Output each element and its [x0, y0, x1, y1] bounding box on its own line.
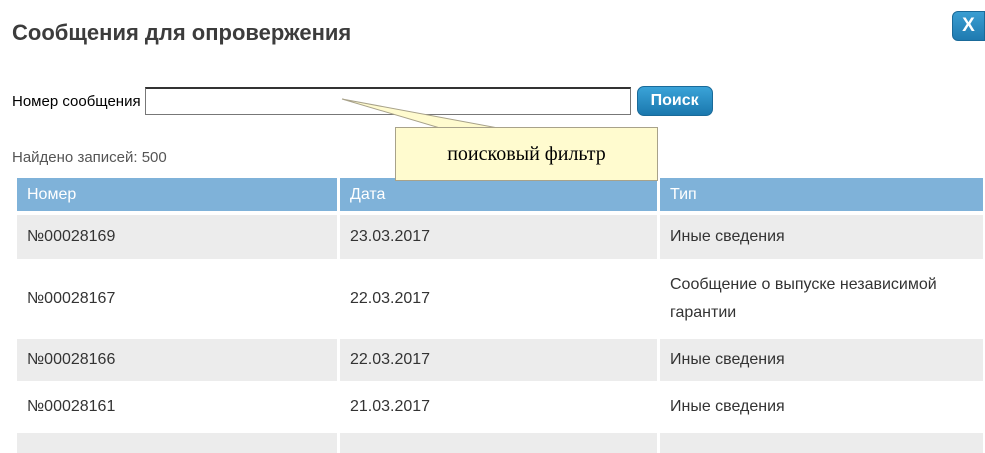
cell-empty: [17, 429, 337, 453]
table-row-partial: [17, 429, 983, 453]
cell-number: №00028161: [17, 381, 337, 429]
table-row[interactable]: №00028161 21.03.2017 Иные сведения: [17, 381, 983, 429]
column-header-date[interactable]: Дата: [337, 178, 657, 211]
results-table: Номер Дата Тип №00028169 23.03.2017 Иные…: [17, 178, 983, 453]
cell-empty: [657, 429, 983, 453]
cell-number: №00028166: [17, 335, 337, 381]
cell-number: №00028169: [17, 211, 337, 259]
search-button[interactable]: Поиск: [636, 86, 713, 116]
table-row[interactable]: №00028166 22.03.2017 Иные сведения: [17, 335, 983, 381]
search-filter: Номер сообщения Поиск: [12, 86, 713, 116]
cell-date: 23.03.2017: [337, 211, 657, 259]
search-label: Номер сообщения: [12, 92, 141, 110]
cell-type: Иные сведения: [657, 211, 983, 259]
cell-type: Сообщение о выпуске независимой гарантии: [657, 259, 983, 335]
results-count: Найдено записей: 500: [12, 149, 167, 166]
cell-date: 21.03.2017: [337, 381, 657, 429]
table-header-row: Номер Дата Тип: [17, 178, 983, 211]
search-input[interactable]: [144, 87, 631, 115]
column-header-type[interactable]: Тип: [657, 178, 983, 211]
cell-number: №00028167: [17, 259, 337, 335]
cell-type: Иные сведения: [657, 381, 983, 429]
cell-empty: [337, 429, 657, 453]
table-row[interactable]: №00028167 22.03.2017 Сообщение о выпуске…: [17, 259, 983, 335]
annotation-callout: поисковый фильтр: [395, 127, 658, 181]
cell-date: 22.03.2017: [337, 335, 657, 381]
close-button[interactable]: X: [952, 11, 985, 41]
cell-date: 22.03.2017: [337, 259, 657, 335]
cell-type: Иные сведения: [657, 335, 983, 381]
dialog-title: Сообщения для опровержения: [12, 20, 352, 45]
table-row[interactable]: №00028169 23.03.2017 Иные сведения: [17, 211, 983, 259]
column-header-number[interactable]: Номер: [17, 178, 337, 211]
